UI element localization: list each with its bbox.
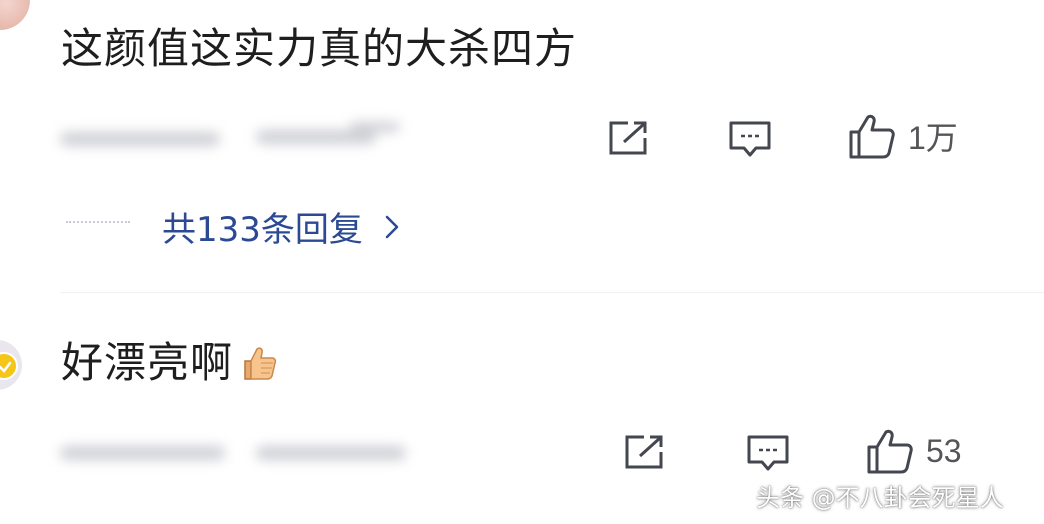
blurred-meta [60, 432, 420, 472]
share-button[interactable] [624, 434, 664, 470]
comment-body: 好漂亮啊 [61, 338, 234, 387]
share-icon [625, 435, 663, 469]
comment-icon [729, 121, 771, 157]
like-button[interactable]: 1万 [848, 113, 958, 159]
watermark: 头条 @不八卦会死星人 [756, 484, 1004, 512]
like-count: 1万 [908, 120, 958, 156]
thumbs-up-emoji-icon [244, 347, 277, 380]
comment-divider [60, 292, 1044, 293]
comment-button[interactable] [728, 120, 772, 160]
share-button[interactable] [608, 120, 648, 156]
chevron-right-icon [385, 215, 399, 238]
replies-divider [66, 221, 130, 223]
comment-text: 好漂亮啊 [61, 342, 279, 384]
check-icon [0, 361, 12, 373]
comment-text: 这颜值这实力真的大杀四方 [61, 24, 578, 73]
comment-button[interactable] [746, 434, 790, 474]
thumbs-up-icon [849, 114, 895, 159]
thumbs-up-icon [867, 429, 913, 474]
blurred-meta [60, 118, 420, 158]
like-button[interactable]: 53 [866, 428, 962, 474]
share-icon [609, 121, 647, 155]
avatar[interactable] [0, 0, 30, 30]
comment-icon [747, 435, 789, 471]
view-replies-link[interactable]: 共133条回复 [162, 202, 399, 251]
like-count: 53 [926, 432, 962, 469]
replies-label: 共133条回复 [162, 210, 363, 250]
